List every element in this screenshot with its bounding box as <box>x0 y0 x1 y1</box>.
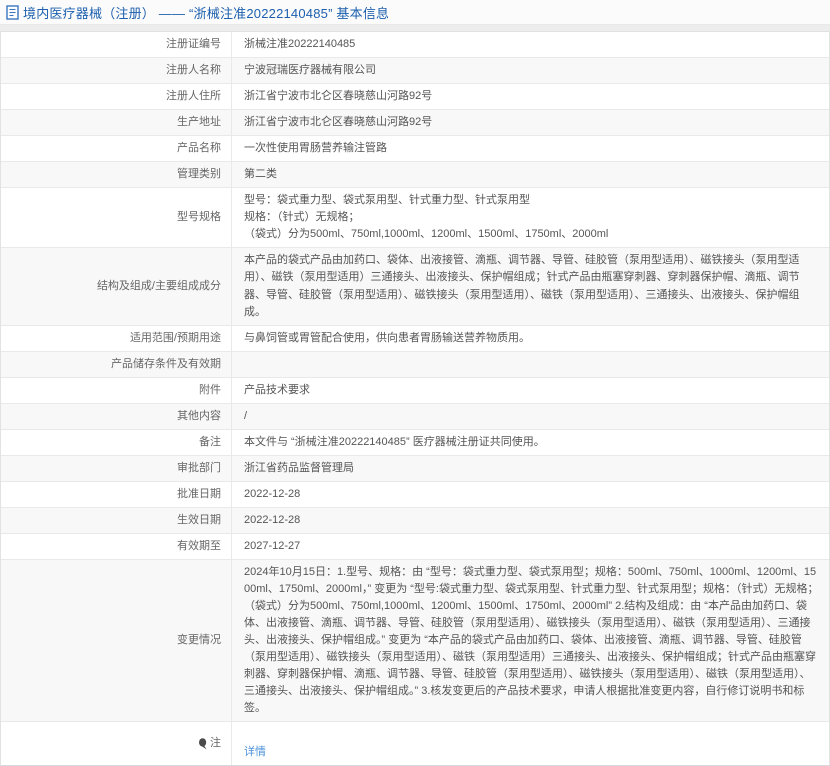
table-row-other-content: 其他内容 / <box>1 403 829 430</box>
row-value: / <box>244 409 248 422</box>
row-value: 与鼻饲管或胃管配合使用，供向患者胃肠输送营养物质用。 <box>244 331 530 344</box>
row-value: 产品技术要求 <box>244 383 310 396</box>
row-label: 备注 <box>1 429 232 455</box>
row-value: 本产品的袋式产品由加药口、袋体、出液接管、滴瓶、调节器、导管、硅胶管（泵用型适用… <box>244 254 800 318</box>
table-row-change-history: 变更情况 2024年10月15日：1.型号、规格：由 “型号：袋式重力型、袋式泵… <box>1 560 829 723</box>
details-link[interactable]: 详情 <box>244 746 266 758</box>
row-label: 批准日期 <box>1 481 232 507</box>
note-pin-icon <box>199 737 207 749</box>
table-row-remarks: 备注 本文件与 “浙械注准20222140485” 医疗器械注册证共同使用。 <box>1 429 829 456</box>
row-label: 产品储存条件及有效期 <box>1 351 232 377</box>
table-row-management-category: 管理类别 第二类 <box>1 162 829 189</box>
table-row-approval-department: 审批部门 浙江省药品监督管理局 <box>1 455 829 482</box>
table-row-registrant-name: 注册人名称 宁波冠瑞医疗器械有限公司 <box>1 58 829 85</box>
table-row-attachment: 附件 产品技术要求 <box>1 377 829 404</box>
row-value: 详情 <box>232 722 829 764</box>
table-row-intended-use: 适用范围/预期用途 与鼻饲管或胃管配合使用，供向患者胃肠输送营养物质用。 <box>1 325 829 352</box>
row-value: 2027-12-27 <box>244 539 301 552</box>
row-label: 适用范围/预期用途 <box>1 325 232 351</box>
row-label: 生产地址 <box>1 110 232 136</box>
row-label: 产品名称 <box>1 136 232 162</box>
row-value: 2022-12-28 <box>244 487 301 500</box>
row-label: 注册证编号 <box>1 32 232 58</box>
row-value: 浙江省宁波市北仑区春晓慈山河路92号 <box>244 90 433 103</box>
registration-info-table: 注册证编号 浙械注准20222140485 注册人名称 宁波冠瑞医疗器械有限公司… <box>0 31 830 766</box>
page-title-bar: 境内医疗器械（注册） —— “浙械注准20222140485” 基本信息 <box>0 0 830 25</box>
table-row-registration-number: 注册证编号 浙械注准20222140485 <box>1 32 829 59</box>
row-value: 2022-12-28 <box>244 513 301 526</box>
row-label: 审批部门 <box>1 455 232 481</box>
table-row-effective-date: 生效日期 2022-12-28 <box>1 507 829 534</box>
table-row-structure-composition: 结构及组成/主要组成成分 本产品的袋式产品由加药口、袋体、出液接管、滴瓶、调节器… <box>1 248 829 326</box>
table-row-registrant-address: 注册人住所 浙江省宁波市北仑区春晓慈山河路92号 <box>1 84 829 111</box>
page: 境内医疗器械（注册） —— “浙械注准20222140485” 基本信息 注册证… <box>0 0 830 766</box>
table-row-model-spec: 型号规格 型号：袋式重力型、袋式泵用型、针式重力型、针式泵用型 规格：（针式）无… <box>1 188 829 249</box>
row-label: 生效日期 <box>1 507 232 533</box>
note-label: 注 <box>210 736 221 749</box>
row-label: 型号规格 <box>1 188 232 248</box>
row-label: 注册人住所 <box>1 84 232 110</box>
page-title: 境内医疗器械（注册） —— “浙械注准20222140485” 基本信息 <box>23 5 390 21</box>
row-label: 其他内容 <box>1 403 232 429</box>
row-value: 第二类 <box>244 168 277 181</box>
row-label: 附件 <box>1 377 232 403</box>
row-value: 2024年10月15日：1.型号、规格：由 “型号：袋式重力型、袋式泵用型；规格… <box>244 566 819 715</box>
row-label: 管理类别 <box>1 162 232 188</box>
row-value: 浙江省药品监督管理局 <box>244 461 354 474</box>
row-value <box>232 360 829 368</box>
table-row-approval-date: 批准日期 2022-12-28 <box>1 481 829 508</box>
row-value: 浙械注准20222140485 <box>244 38 356 50</box>
row-label: 有效期至 <box>1 533 232 560</box>
row-label: 注 <box>1 722 232 765</box>
table-row-storage-validity: 产品储存条件及有效期 <box>1 351 829 378</box>
row-value: 宁波冠瑞医疗器械有限公司 <box>244 64 376 77</box>
table-row-production-address: 生产地址 浙江省宁波市北仑区春晓慈山河路92号 <box>1 110 829 137</box>
row-label: 变更情况 <box>1 560 232 722</box>
row-value: 一次性使用胃肠营养输注管路 <box>244 142 387 155</box>
table-row-note: 注 详情 <box>1 722 829 765</box>
row-value: 型号：袋式重力型、袋式泵用型、针式重力型、针式泵用型 规格：（针式）无规格； （… <box>244 194 609 241</box>
document-icon <box>6 4 19 20</box>
table-row-expiry-date: 有效期至 2027-12-27 <box>1 533 829 561</box>
row-label: 结构及组成/主要组成成分 <box>1 248 232 325</box>
row-label: 注册人名称 <box>1 58 232 84</box>
table-row-product-name: 产品名称 一次性使用胃肠营养输注管路 <box>1 136 829 163</box>
row-value: 浙江省宁波市北仑区春晓慈山河路92号 <box>244 116 433 129</box>
row-value: 本文件与 “浙械注准20222140485” 医疗器械注册证共同使用。 <box>244 435 545 448</box>
